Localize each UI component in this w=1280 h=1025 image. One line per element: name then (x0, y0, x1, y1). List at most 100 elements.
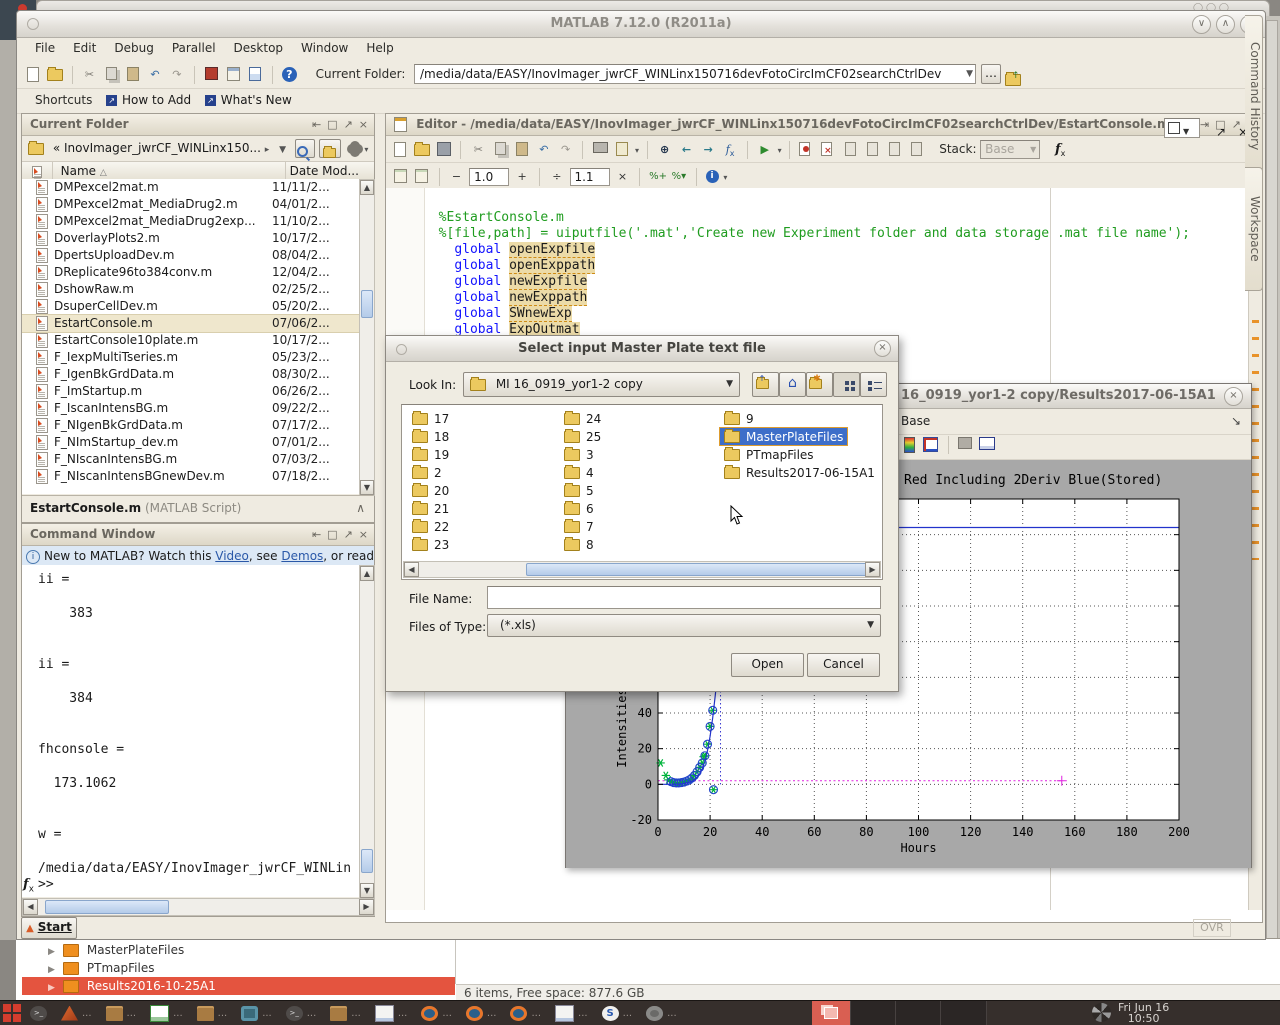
dialog-close-button[interactable]: × (874, 340, 891, 357)
banner-link[interactable]: Demos (281, 549, 323, 563)
folder-row[interactable]: 3 (560, 446, 605, 464)
taskbar-item-gcircle[interactable]: ... (646, 1006, 677, 1021)
folder-item[interactable]: 23 (408, 536, 453, 553)
folder-row[interactable]: Results2017-06-15A1 (720, 464, 879, 482)
file-row[interactable]: DMPexcel2mat.m11/11/2... (22, 179, 359, 196)
gear-dropdown-icon[interactable]: ▾ (364, 145, 368, 154)
cell-value-field-right[interactable]: 1.1 (570, 168, 610, 186)
folder-item[interactable]: 7 (560, 518, 598, 535)
menu-window[interactable]: Window (301, 41, 348, 55)
info-button-icon[interactable]: i (706, 170, 719, 183)
code-line[interactable]: 8- global SWnewExp (386, 305, 1248, 321)
step-in-icon[interactable] (865, 142, 881, 158)
info-dropdown-icon[interactable]: ▾ (723, 173, 727, 182)
folder-item[interactable]: 5 (560, 482, 598, 499)
code-line[interactable]: 2 %EstartConsole.m (386, 209, 1248, 225)
folder-item[interactable]: 25 (560, 428, 605, 445)
comment-percent-icon[interactable]: %+ (649, 169, 665, 185)
file-row[interactable]: F_IscanIntensBG.m09/22/2... (22, 400, 359, 417)
breadcrumb-dropdown-icon[interactable]: ▼ (279, 145, 286, 155)
divide-icon[interactable]: ÷ (549, 169, 565, 185)
menu-help[interactable]: Help (366, 41, 393, 55)
folder-row[interactable]: 5 (560, 482, 605, 500)
go-forward-icon[interactable]: → (700, 142, 716, 158)
fx-preferences-icon[interactable]: fx (1052, 142, 1068, 158)
panel-maximize-icon[interactable]: □ (327, 524, 337, 545)
multiply-icon[interactable]: × (614, 169, 630, 185)
help-icon[interactable]: ? (282, 67, 297, 82)
file-row[interactable]: DsuperCellDev.m05/20/2... (22, 298, 359, 315)
go-back-icon[interactable]: ← (678, 142, 694, 158)
fm-row[interactable]: ▶PTmapFiles (22, 959, 455, 977)
folder-row[interactable]: 20 (408, 482, 453, 500)
folder-list-hscrollbar[interactable]: ◀ ▶ (403, 561, 881, 578)
code-line[interactable]: 4- global openExpfile (386, 241, 1248, 257)
file-detail-bar[interactable]: EstartConsole.m (MATLAB Script) ∧ (22, 495, 373, 522)
breadcrumb-expand-icon[interactable]: ▸ (265, 145, 270, 155)
open-file-icon[interactable] (414, 142, 430, 158)
taskbar-item-folder[interactable]: ... (330, 1006, 361, 1021)
files-of-type-combo[interactable]: (*.xls) ▼ (487, 614, 881, 637)
command-window-vscrollbar[interactable]: ▲ ▼ (359, 565, 375, 899)
folder-item[interactable]: 18 (408, 428, 453, 445)
folder-item[interactable]: 2 (408, 464, 446, 481)
file-row[interactable]: EstartConsole.m07/06/2... (22, 315, 359, 332)
detail-collapse-icon[interactable]: ∧ (356, 496, 365, 521)
folder-item[interactable]: MasterPlateFiles (720, 428, 847, 445)
editor-undock-icon[interactable]: ↗ (1216, 119, 1226, 145)
step-out-icon[interactable] (887, 142, 903, 158)
folder-item[interactable]: 6 (560, 500, 598, 517)
decrease-indent-icon[interactable]: − (448, 169, 464, 185)
taskbar-item-firefox[interactable]: ... (466, 1006, 497, 1021)
taskbar-item-folder[interactable]: ... (197, 1006, 228, 1021)
taskbar-item-terminal[interactable]: >_ (30, 1006, 47, 1021)
file-row[interactable]: DMPexcel2mat_MediaDrug2exp...11/10/2... (22, 213, 359, 230)
taskbar-item-firefox[interactable]: ... (421, 1006, 452, 1021)
hide-plot-tools-icon[interactable] (957, 437, 973, 453)
folder-row[interactable]: 9 (720, 410, 879, 428)
menu-file[interactable]: File (35, 41, 55, 55)
folder-row[interactable]: MasterPlateFiles (720, 428, 879, 446)
folder-item[interactable]: 24 (560, 410, 605, 427)
print-icon[interactable] (592, 142, 608, 158)
type-column-header[interactable] (22, 162, 53, 180)
file-row[interactable]: DoverlayPlots2.m10/17/2... (22, 230, 359, 247)
file-row[interactable]: F_IgenBkGrdData.m08/30/2... (22, 366, 359, 383)
breakpoint-set-icon[interactable] (799, 142, 815, 158)
app-launcher-icon[interactable] (3, 1004, 11, 1012)
publish-dropdown-icon[interactable]: ▾ (635, 146, 639, 155)
grid-view-button[interactable] (833, 372, 860, 397)
file-row[interactable]: F_NIscanIntensBGnewDev.m07/18/2... (22, 468, 359, 485)
paste-icon[interactable] (514, 142, 530, 158)
save-icon[interactable] (436, 142, 452, 158)
taskbar-item-doc[interactable]: ... (555, 1005, 588, 1022)
split-screen-selector[interactable]: ▼ (1164, 118, 1200, 138)
uncomment-percent-icon[interactable]: %▾ (671, 169, 687, 185)
up-one-level-button[interactable]: ↑ (752, 372, 779, 397)
run-icon[interactable]: ▶ (757, 142, 773, 158)
folder-item[interactable]: 3 (560, 446, 598, 463)
code-line[interactable]: 6- global newExpfile (386, 273, 1248, 289)
folder-item[interactable]: 22 (408, 518, 453, 535)
tab-command-history[interactable]: Command History (1245, 15, 1263, 177)
command-window-header[interactable]: Command Window × ↗ □ ⇤ (22, 524, 374, 546)
taskbar-item-scircle[interactable]: S... (602, 1006, 633, 1021)
folder-row[interactable]: 22 (408, 518, 453, 536)
active-task-tile[interactable] (812, 1001, 850, 1025)
expander-icon[interactable]: ▶ (48, 947, 55, 957)
banner-link[interactable]: Video (215, 549, 249, 563)
folder-row[interactable]: PTmapFiles (720, 446, 879, 464)
file-row[interactable]: F_NIscanIntensBG.m07/03/2... (22, 451, 359, 468)
continue-icon[interactable] (908, 142, 924, 158)
folder-row[interactable]: 19 (408, 446, 453, 464)
profiler-icon[interactable] (247, 67, 263, 83)
window-task-tile[interactable] (895, 1001, 941, 1025)
file-row[interactable]: F_NImStartup_dev.m07/01/2... (22, 434, 359, 451)
new-file-icon[interactable] (392, 142, 408, 158)
file-row[interactable]: DReplicate96to384conv.m12/04/2... (22, 264, 359, 281)
taskbar-item-matlab[interactable]: ... (61, 1006, 92, 1021)
folder-row[interactable]: 6 (560, 500, 605, 518)
folder-item[interactable]: PTmapFiles (720, 446, 818, 463)
insert-cell-icon[interactable] (392, 169, 408, 185)
shortcut-icon[interactable]: ↗ (205, 95, 216, 106)
